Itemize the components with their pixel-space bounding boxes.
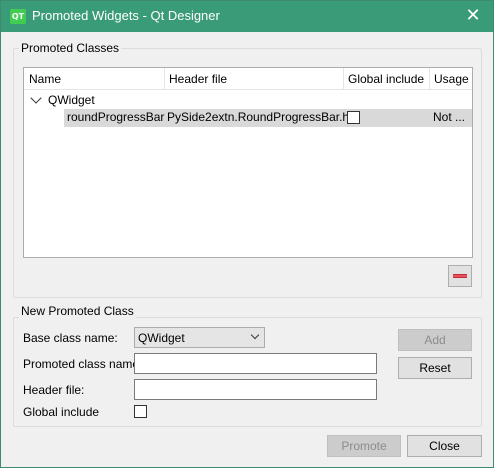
window-close-icon[interactable]: ✕: [463, 5, 483, 27]
global-include-checkbox[interactable]: [134, 405, 147, 418]
tree-item-row[interactable]: roundProgressBar PySide2extn.RoundProgre…: [64, 109, 472, 127]
global-include-label: Global include: [23, 405, 100, 419]
base-class-value: QWidget: [138, 331, 185, 345]
column-header-usage[interactable]: Usage: [434, 72, 469, 86]
item-name: roundProgressBar: [67, 110, 165, 124]
promoted-class-name-label: Promoted class name:: [23, 357, 143, 371]
promote-button[interactable]: Promote: [327, 435, 401, 457]
column-header-header-file[interactable]: Header file: [169, 72, 227, 86]
reset-button[interactable]: Reset: [398, 357, 472, 379]
column-header-name[interactable]: Name: [29, 72, 61, 86]
minus-icon: [453, 274, 467, 278]
new-promoted-class-title: New Promoted Class: [19, 304, 136, 318]
qt-app-icon: QT: [10, 9, 26, 24]
chevron-down-icon[interactable]: [30, 92, 42, 104]
tree-group-row[interactable]: QWidget: [24, 91, 472, 109]
column-header-global-include[interactable]: Global include: [348, 72, 424, 86]
base-class-label: Base class name:: [23, 331, 118, 345]
promoted-classes-title: Promoted Classes: [19, 41, 122, 55]
promoted-widgets-dialog: QT Promoted Widgets - Qt Designer ✕ Prom…: [0, 0, 494, 468]
remove-class-button[interactable]: [448, 265, 472, 287]
close-button[interactable]: Close: [407, 435, 482, 457]
base-class-combo[interactable]: QWidget: [134, 327, 265, 348]
add-button[interactable]: Add: [398, 329, 472, 351]
header-file-label: Header file:: [23, 383, 85, 397]
item-usage: Not ...: [433, 110, 466, 124]
title-bar[interactable]: QT Promoted Widgets - Qt Designer ✕: [1, 1, 493, 32]
promoted-class-name-input[interactable]: [134, 353, 377, 374]
header-file-input[interactable]: [134, 379, 377, 400]
chevron-down-icon: [250, 330, 260, 340]
item-global-include-checkbox[interactable]: [347, 111, 360, 124]
promoted-classes-tree[interactable]: Name Header file Global include Usage QW…: [23, 67, 473, 258]
tree-group-label: QWidget: [48, 93, 95, 107]
window-title: Promoted Widgets - Qt Designer: [32, 8, 220, 23]
item-header-file: PySide2extn.RoundProgressBar.h: [167, 110, 350, 124]
tree-header: Name Header file Global include Usage: [24, 68, 472, 90]
